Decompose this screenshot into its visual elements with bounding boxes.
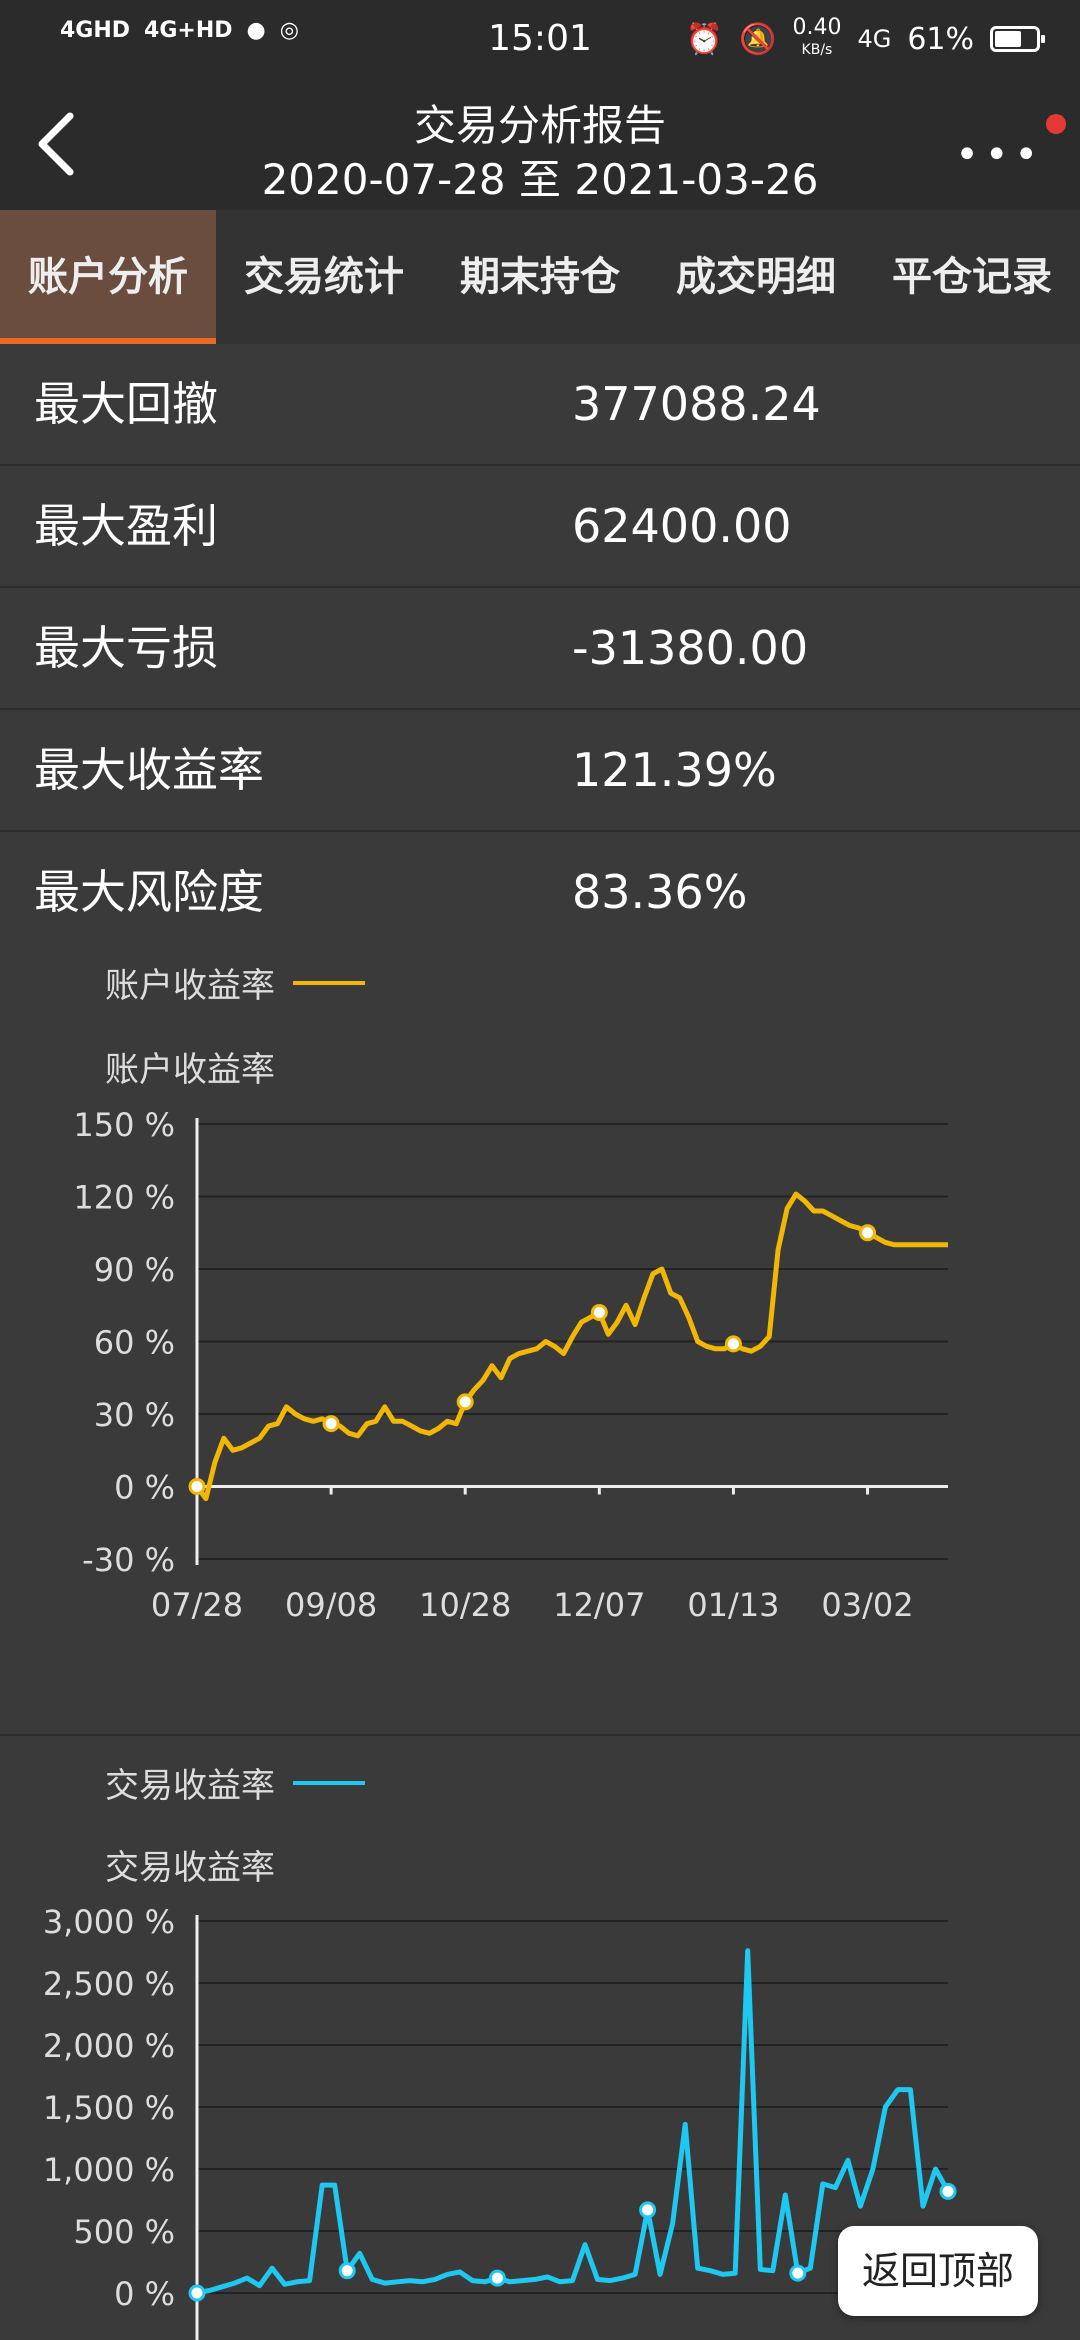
stat-row-max-loss: 最大亏损 -31380.00 bbox=[0, 588, 1080, 710]
x-tick-label: 03/02 bbox=[821, 1586, 913, 1624]
stat-value: 121.39% bbox=[572, 743, 777, 797]
status-right: ⏰ 🔕 0.40 KB/s 4G 61% bbox=[685, 15, 1045, 60]
stat-row-max-risk: 最大风险度 83.36% bbox=[0, 832, 1080, 954]
tab-trade-statistics[interactable]: 交易统计 bbox=[216, 210, 432, 344]
stat-label: 最大回撤 bbox=[34, 377, 218, 431]
y-tick-label: 30 % bbox=[94, 1396, 175, 1434]
stat-row-max-return: 最大收益率 121.39% bbox=[0, 710, 1080, 832]
series-line-account-return bbox=[194, 1191, 948, 1502]
stat-label: 最大收益率 bbox=[34, 743, 264, 797]
y-tick-label: -30 % bbox=[82, 1541, 175, 1579]
tab-bar: 账户分析 交易统计 期末持仓 成交明细 平仓记录 bbox=[0, 210, 1080, 344]
stat-row-max-profit: 最大盈利 62400.00 bbox=[0, 466, 1080, 588]
data-point-marker bbox=[859, 1224, 877, 1242]
y-tick-label: 60 % bbox=[94, 1324, 175, 1362]
page-title: 交易分析报告 bbox=[413, 101, 666, 150]
battery-percent: 61% bbox=[907, 21, 974, 57]
data-point-marker bbox=[724, 1335, 742, 1353]
date-range: 2020-07-28 至 2021-03-26 bbox=[261, 155, 819, 204]
data-point-marker bbox=[188, 2284, 206, 2302]
data-point-marker bbox=[338, 2262, 356, 2280]
stat-value: 377088.24 bbox=[572, 377, 821, 431]
notification-dot bbox=[1046, 114, 1066, 134]
tab-close-records[interactable]: 平仓记录 bbox=[864, 210, 1080, 344]
network-type: 4G bbox=[857, 25, 892, 53]
account-return-chart-panel: 账户收益率 账户收益率 150 % 120 % 90 % 60 % 30 % 0 % -30… bbox=[0, 944, 1080, 1736]
stat-value: -31380.00 bbox=[572, 621, 809, 675]
tab-account-analysis[interactable]: 账户分析 bbox=[0, 210, 216, 344]
stat-label: 最大盈利 bbox=[34, 499, 218, 553]
back-to-top-button[interactable]: 返回顶部 bbox=[838, 2226, 1038, 2316]
stat-label: 最大亏损 bbox=[34, 621, 218, 675]
y-tick-label: 90 % bbox=[94, 1251, 175, 1289]
data-point-marker bbox=[322, 1415, 340, 1433]
x-tick-label: 12/07 bbox=[553, 1586, 645, 1624]
data-point-marker bbox=[939, 2182, 957, 2200]
data-point-marker bbox=[590, 1304, 608, 1321]
network-speed: 0.40 KB/s bbox=[792, 15, 842, 59]
status-bar: 4GHD 4G+HD ● ◎ 15:01 ⏰ 🔕 0.40 KB/s 4G 61… bbox=[0, 0, 1080, 82]
account-return-chart: 150 % 120 % 90 % 60 % 30 % 0 % -30 % 07/28 09/08… bbox=[73, 1106, 948, 1624]
y-tick-label: 120 % bbox=[73, 1179, 175, 1217]
y-tick-label: 1,500 % bbox=[43, 2089, 175, 2127]
y-tick-label: 500 % bbox=[73, 2213, 175, 2251]
title-bar: 交易分析报告 2020-07-28 至 2021-03-26 ••• bbox=[0, 82, 1080, 210]
more-menu-icon[interactable]: ••• bbox=[955, 132, 1044, 178]
y-tick-label: 2,000 % bbox=[43, 2027, 175, 2065]
tab-trade-details[interactable]: 成交明细 bbox=[648, 210, 864, 344]
x-tick-label: 09/08 bbox=[285, 1586, 377, 1624]
data-point-marker bbox=[456, 1393, 474, 1411]
battery-icon bbox=[990, 26, 1045, 52]
tab-ending-positions[interactable]: 期末持仓 bbox=[432, 210, 648, 344]
stat-value: 62400.00 bbox=[572, 499, 792, 553]
y-tick-label: 150 % bbox=[73, 1106, 175, 1144]
x-tick-label: 07/28 bbox=[151, 1586, 243, 1624]
y-tick-label: 1,000 % bbox=[43, 2151, 175, 2189]
series-line-trade-return bbox=[196, 1948, 951, 2296]
data-point-marker bbox=[789, 2264, 807, 2282]
y-tick-label: 0 % bbox=[114, 1469, 175, 1507]
y-tick-label: 2,500 % bbox=[43, 1965, 175, 2003]
data-point-marker bbox=[188, 1478, 206, 1495]
data-point-marker bbox=[639, 2201, 657, 2219]
y-tick-label: 3,000 % bbox=[43, 1903, 175, 1941]
x-tick-label: 01/13 bbox=[687, 1586, 779, 1624]
data-point-marker bbox=[488, 2269, 506, 2287]
stat-value: 83.36% bbox=[572, 865, 748, 919]
stat-label: 最大风险度 bbox=[34, 865, 264, 919]
stat-row-max-drawdown: 最大回撤 377088.24 bbox=[0, 344, 1080, 466]
mute-icon: 🔕 bbox=[739, 21, 777, 57]
stats-list: 最大回撤 377088.24 最大盈利 62400.00 最大亏损 -31380… bbox=[0, 344, 1080, 954]
x-tick-label: 10/28 bbox=[419, 1586, 511, 1624]
y-tick-label: 0 % bbox=[114, 2275, 175, 2313]
alarm-icon: ⏰ bbox=[685, 21, 724, 57]
